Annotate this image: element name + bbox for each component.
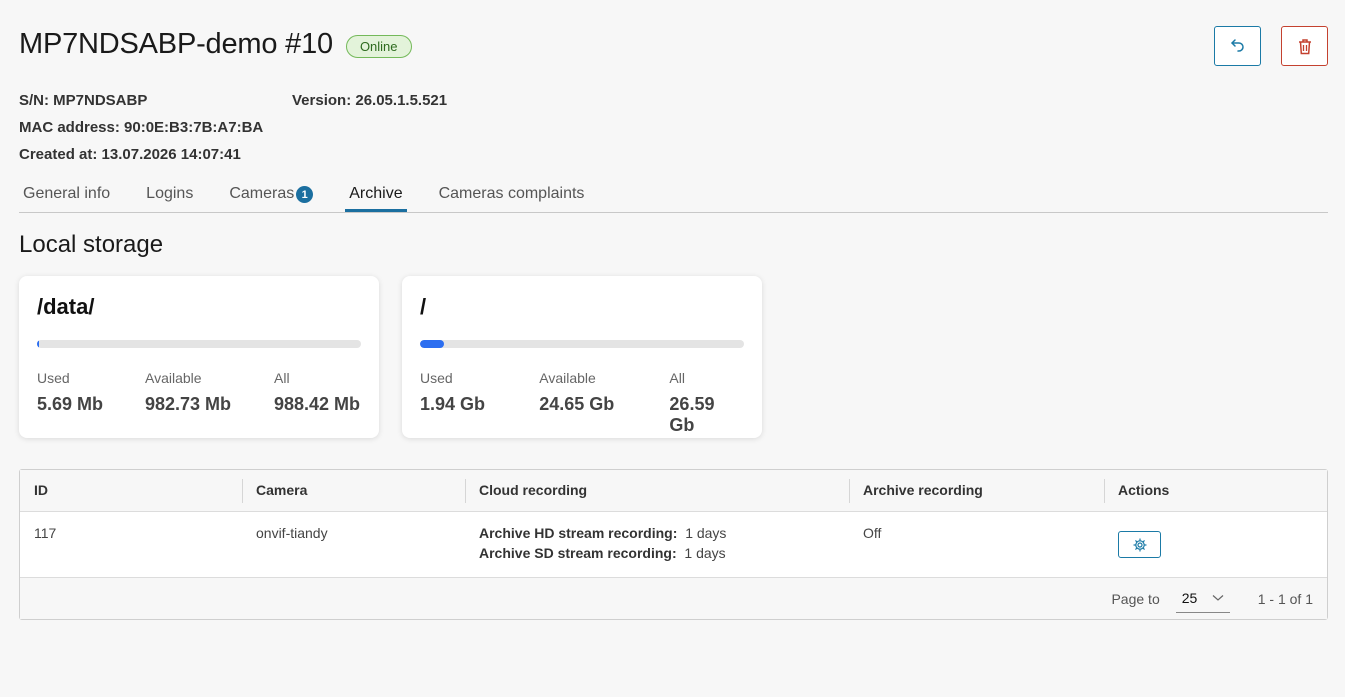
stat-label: All <box>274 370 290 386</box>
tab-label: Archive <box>349 185 403 202</box>
created-at: Created at: 13.07.2026 14:07:41 <box>19 141 447 168</box>
hd-label: Archive HD stream recording: <box>479 525 678 541</box>
serial-number: S/N: MP7NDSABP <box>19 87 292 114</box>
sd-label: Archive SD stream recording: <box>479 545 677 561</box>
column-header-cloud-recording[interactable]: Cloud recording <box>465 470 849 511</box>
stat-label: Used <box>37 370 70 386</box>
page-size-select[interactable]: 25 <box>1175 585 1230 613</box>
cameras-table: ID Camera Cloud recording Archive record… <box>19 469 1328 620</box>
storage-stats: Used 5.69 Mb Available 982.73 Mb All 988… <box>37 370 361 415</box>
stat-value: 24.65 Gb <box>539 394 615 414</box>
stat-label: Used <box>420 370 453 386</box>
cell-actions <box>1104 512 1327 577</box>
chevron-down-icon <box>1212 595 1224 601</box>
pagination-range: 1 - 1 of 1 <box>1257 590 1313 607</box>
mac-label: MAC address: <box>19 119 120 136</box>
tab-bar: General info Logins Cameras 1 Archive Ca… <box>19 176 1328 213</box>
storage-usage-bar <box>420 340 744 348</box>
stat-used: Used 5.69 Mb <box>37 370 145 415</box>
stat-used: Used 1.94 Gb <box>420 370 539 436</box>
settings-button[interactable] <box>1118 531 1161 558</box>
stat-all: All 988.42 Mb <box>274 370 360 415</box>
stat-label: All <box>669 370 685 386</box>
page-header: MP7NDSABP-demo #10 Online <box>19 28 412 61</box>
page-size-value: 25 <box>1181 590 1198 606</box>
sd-value: 1 days <box>684 545 726 561</box>
tab-label: Cameras <box>229 185 295 202</box>
created-label: Created at: <box>19 146 98 163</box>
stat-available: Available 24.65 Gb <box>539 370 669 436</box>
undo-icon <box>1230 39 1244 52</box>
column-header-actions: Actions <box>1104 470 1327 511</box>
storage-card: /data/ Used 5.69 Mb Available 982.73 Mb … <box>19 276 379 438</box>
cell-id: 117 <box>34 525 57 541</box>
stat-label: Available <box>539 370 596 386</box>
hd-recording: Archive HD stream recording: 1 days <box>479 523 835 543</box>
storage-stats: Used 1.94 Gb Available 24.65 Gb All 26.5… <box>420 370 744 436</box>
tab-label: Logins <box>146 185 194 202</box>
tab-cameras[interactable]: Cameras 1 <box>225 176 317 212</box>
version-value: 26.05.1.5.521 <box>355 92 448 109</box>
trash-icon <box>1298 38 1311 54</box>
section-title: Local storage <box>19 231 164 258</box>
mac-address: MAC address: 90:0E:B3:7B:A7:BA <box>19 114 447 141</box>
tab-logins[interactable]: Logins <box>142 176 197 212</box>
status-badge: Online <box>345 34 412 58</box>
column-header-camera[interactable]: Camera <box>242 470 465 511</box>
sn-value: MP7NDSABP <box>53 92 148 109</box>
table-footer: Page to 25 1 - 1 of 1 <box>20 578 1327 619</box>
storage-usage-fill <box>420 340 444 348</box>
version-label: Version: <box>292 92 352 109</box>
cameras-count-badge: 1 <box>296 186 314 203</box>
stat-available: Available 982.73 Mb <box>145 370 274 415</box>
stat-all: All 26.59 Gb <box>669 370 744 436</box>
stat-value: 5.69 Mb <box>37 394 104 414</box>
column-header-id[interactable]: ID <box>20 470 242 511</box>
tab-general-info[interactable]: General info <box>19 176 114 212</box>
table-header: ID Camera Cloud recording Archive record… <box>20 470 1327 512</box>
cell-camera: onvif-tiandy <box>256 525 328 541</box>
cell-archive-recording: Off <box>863 525 882 541</box>
cell-cloud-recording: Archive HD stream recording: 1 days Arch… <box>465 512 849 577</box>
undo-button[interactable] <box>1214 26 1261 66</box>
stat-value: 1.94 Gb <box>420 394 486 414</box>
sd-recording: Archive SD stream recording: 1 days <box>479 543 835 563</box>
stat-value: 982.73 Mb <box>145 394 232 414</box>
stat-label: Available <box>145 370 202 386</box>
table-row: 117 onvif-tiandy Archive HD stream recor… <box>20 512 1327 578</box>
page-to-label: Page to <box>1111 590 1160 607</box>
storage-usage-fill <box>37 340 39 348</box>
created-value: 13.07.2026 14:07:41 <box>101 146 241 163</box>
delete-button[interactable] <box>1281 26 1328 66</box>
hd-value: 1 days <box>685 525 727 541</box>
sn-label: S/N: <box>19 92 49 109</box>
gear-icon <box>1132 537 1147 552</box>
mac-value: 90:0E:B3:7B:A7:BA <box>124 119 264 136</box>
stat-value: 988.42 Mb <box>274 394 361 414</box>
version: Version: 26.05.1.5.521 <box>292 87 447 114</box>
tab-label: Cameras complaints <box>438 185 585 202</box>
stat-value: 26.59 Gb <box>669 394 715 435</box>
storage-card: / Used 1.94 Gb Available 24.65 Gb All 26… <box>402 276 762 438</box>
tab-cameras-complaints[interactable]: Cameras complaints <box>435 176 589 212</box>
page-title: MP7NDSABP-demo #10 <box>19 28 333 60</box>
device-meta: S/N: MP7NDSABP Version: 26.05.1.5.521 MA… <box>19 87 447 168</box>
storage-path: / <box>420 294 427 319</box>
tab-archive[interactable]: Archive <box>345 176 407 212</box>
storage-usage-bar <box>37 340 361 348</box>
tab-label: General info <box>23 185 111 202</box>
storage-path: /data/ <box>37 294 95 319</box>
column-header-archive-recording[interactable]: Archive recording <box>849 470 1104 511</box>
